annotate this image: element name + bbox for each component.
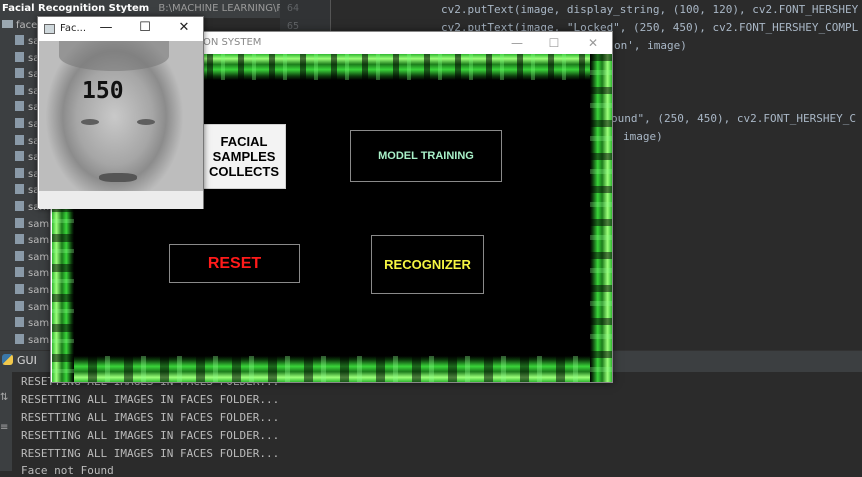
reset-button[interactable]: RESET	[169, 244, 300, 283]
console-line: RESETTING ALL IMAGES IN FACES FOLDER...	[21, 447, 280, 460]
image-file-icon	[15, 84, 24, 95]
image-file-icon	[15, 118, 24, 128]
close-icon[interactable]: ✕	[176, 20, 192, 36]
camera-title-bar[interactable]: Fac... — ☐ ✕	[38, 17, 203, 41]
run-tab-gui[interactable]: GUI	[2, 354, 37, 367]
face-mouth	[99, 173, 137, 182]
camera-feed: 150	[39, 41, 203, 209]
camera-window-title: Fac...	[60, 23, 86, 34]
image-file-icon	[15, 134, 24, 145]
minimize-icon[interactable]: —	[509, 35, 525, 51]
project-name: Facial Recognition Stytem	[2, 3, 150, 14]
face-eye	[81, 119, 99, 125]
console-line: RESETTING ALL IMAGES IN FACES FOLDER...	[21, 393, 280, 406]
code-line: cv2.putText(image, display_string, (100,…	[441, 3, 859, 16]
image-file-icon	[15, 317, 24, 328]
model-training-button[interactable]: MODEL TRAINING	[350, 130, 502, 182]
tree-file-item[interactable]: samp	[0, 266, 56, 282]
image-file-icon	[15, 284, 24, 294]
image-file-icon	[15, 267, 24, 278]
tree-file-item[interactable]: samp	[0, 283, 56, 299]
image-file-icon	[15, 167, 24, 178]
image-file-icon	[15, 217, 24, 228]
image-file-icon	[15, 184, 24, 195]
console-line: RESETTING ALL IMAGES IN FACES FOLDER...	[21, 411, 280, 424]
image-file-icon	[15, 234, 24, 245]
tree-file-item[interactable]: samp	[0, 316, 56, 332]
console-toolbar: ⇅ ≡	[0, 372, 12, 471]
python-icon	[2, 354, 13, 365]
tree-file-item[interactable]: samp	[0, 333, 56, 349]
code-line: ound", (250, 450), cv2.FONT_HERSHEY_C	[611, 112, 857, 125]
face-eye	[137, 119, 155, 125]
image-file-icon	[15, 68, 24, 79]
app-window-icon	[44, 24, 55, 34]
sample-count-overlay: 150	[82, 78, 124, 104]
tree-file-item[interactable]: samp	[0, 233, 56, 249]
scroll-icon[interactable]: ⇅	[0, 392, 8, 403]
minimize-icon[interactable]: —	[98, 20, 114, 36]
console-line: RESETTING ALL IMAGES IN FACES FOLDER...	[21, 429, 280, 442]
code-line: on', image)	[614, 39, 687, 52]
tree-file-item[interactable]: samp	[0, 250, 56, 266]
close-icon[interactable]: ✕	[585, 35, 601, 51]
green-frame-bottom	[52, 356, 612, 382]
camera-window[interactable]: Fac... — ☐ ✕ 150	[37, 16, 204, 209]
face-hair	[59, 41, 169, 71]
line-number: 64	[287, 3, 300, 14]
wrap-icon[interactable]: ≡	[0, 422, 8, 433]
facial-samples-button[interactable]: FACIAL SAMPLES COLLECTS	[202, 124, 286, 189]
image-file-icon	[15, 101, 24, 112]
maximize-icon[interactable]: ☐	[546, 35, 562, 51]
image-file-icon	[15, 51, 24, 62]
image-file-icon	[15, 35, 24, 45]
tree-file-item[interactable]: samp	[0, 217, 56, 233]
image-file-icon	[15, 300, 24, 311]
folder-icon	[2, 20, 13, 28]
maximize-icon[interactable]: ☐	[137, 20, 153, 36]
image-file-icon	[15, 250, 24, 261]
run-tab-label: GUI	[17, 354, 37, 367]
image-file-icon	[15, 333, 24, 344]
tree-file-item[interactable]: samp	[0, 300, 56, 316]
code-line: image)	[623, 130, 663, 143]
image-file-icon	[15, 151, 24, 162]
face-shoulder	[39, 191, 203, 209]
green-frame-right	[590, 54, 612, 382]
recognizer-button[interactable]: RECOGNIZER	[371, 235, 484, 294]
main-window-title: ON SYSTEM	[203, 37, 262, 48]
image-file-icon	[15, 201, 24, 211]
run-console[interactable]: RESETTING ALL IMAGES IN FACES FOLDER... …	[0, 372, 862, 477]
